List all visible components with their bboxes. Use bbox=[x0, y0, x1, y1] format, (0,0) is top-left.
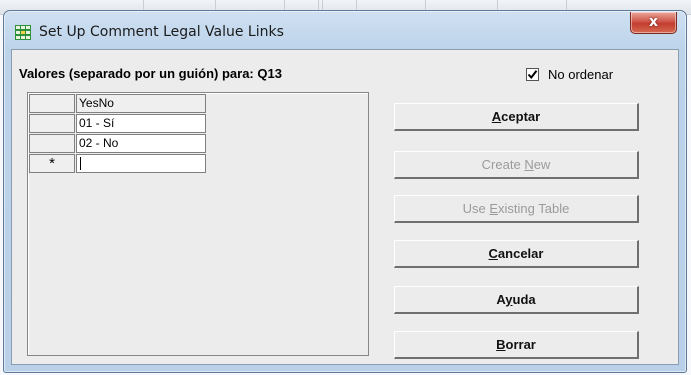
legal-values-grid[interactable]: YesNo 01 - Sí 02 - No * bbox=[27, 92, 369, 356]
borrar-button[interactable]: Borrar bbox=[394, 331, 639, 359]
access-key: N bbox=[524, 157, 534, 172]
no-ordenar-label[interactable]: No ordenar bbox=[548, 67, 613, 82]
create-new-button[interactable]: Create New bbox=[394, 151, 639, 179]
button-label-part: ceptar bbox=[501, 109, 541, 124]
close-button[interactable]: x bbox=[630, 12, 677, 34]
button-label-part: ancelar bbox=[497, 246, 544, 261]
button-label-part: orrar bbox=[505, 337, 536, 352]
access-key: C bbox=[488, 246, 498, 261]
access-key: E bbox=[489, 201, 499, 216]
use-existing-table-button[interactable]: Use Existing Table bbox=[394, 195, 639, 223]
button-label-part: xisting Table bbox=[498, 201, 570, 216]
row-selector[interactable] bbox=[29, 134, 75, 153]
new-value-input[interactable] bbox=[76, 154, 206, 173]
ayuda-button[interactable]: Ayuda bbox=[394, 286, 639, 314]
cancelar-button[interactable]: Cancelar bbox=[394, 240, 639, 268]
access-key: y bbox=[505, 292, 513, 307]
button-label-part: ew bbox=[533, 157, 551, 172]
row-selector[interactable] bbox=[29, 94, 75, 113]
access-key: A bbox=[491, 109, 502, 124]
title-bar[interactable]: Set Up Comment Legal Value Links x bbox=[4, 11, 686, 49]
button-label-part: A bbox=[496, 292, 506, 307]
button-label-part: Use bbox=[462, 201, 490, 216]
text-caret bbox=[80, 157, 81, 170]
window-title: Set Up Comment Legal Value Links bbox=[39, 24, 284, 40]
column-header[interactable]: YesNo bbox=[76, 94, 206, 113]
aceptar-button[interactable]: Aceptar bbox=[394, 103, 639, 131]
new-row-marker[interactable]: * bbox=[29, 154, 75, 173]
value-cell[interactable]: 02 - No bbox=[76, 134, 206, 153]
values-prompt-label: Valores (separado por un guión) para: Q1… bbox=[19, 66, 282, 81]
spreadsheet-grid-icon bbox=[15, 25, 31, 40]
close-icon: x bbox=[648, 14, 659, 30]
button-label-part: uda bbox=[512, 292, 536, 307]
value-cell[interactable]: 01 - Sí bbox=[76, 114, 206, 133]
row-selector[interactable] bbox=[29, 114, 75, 133]
access-key: B bbox=[496, 337, 506, 352]
dialog-window: Set Up Comment Legal Value Links x Valor… bbox=[3, 10, 687, 373]
button-label-part: Create bbox=[481, 157, 525, 172]
dialog-client-area: Valores (separado por un guión) para: Q1… bbox=[11, 49, 679, 365]
no-ordenar-checkbox[interactable] bbox=[526, 68, 539, 81]
checkmark-icon bbox=[527, 70, 538, 80]
